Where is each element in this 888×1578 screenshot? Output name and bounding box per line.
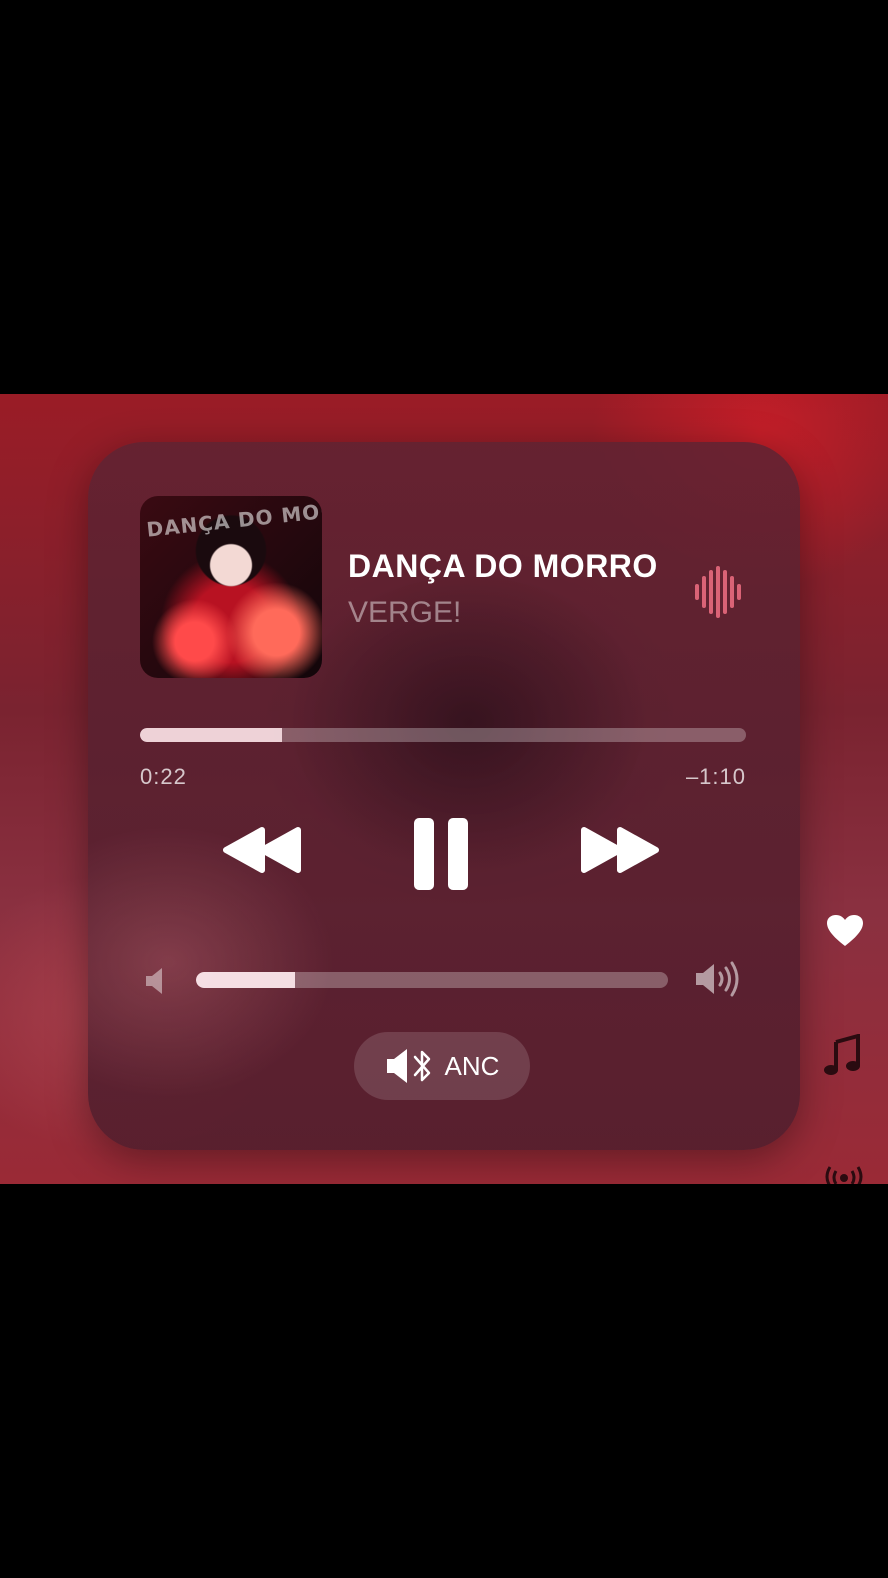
playback-progress-fill <box>140 728 282 742</box>
music-note-icon[interactable] <box>824 1034 862 1076</box>
speaker-low-icon <box>146 968 162 994</box>
volume-level-fill <box>196 972 296 988</box>
heart-icon[interactable] <box>826 914 864 948</box>
elapsed-time: 0:22 <box>140 764 187 789</box>
remaining-time: –1:10 <box>685 764 746 789</box>
bluetooth-speaker-icon <box>386 1049 430 1083</box>
track-title: DANÇA DO MORRO <box>348 548 658 584</box>
fast-forward-icon[interactable] <box>578 826 660 874</box>
broadcast-icon[interactable] <box>824 1164 864 1184</box>
waveform-icon <box>695 566 741 618</box>
speaker-high-icon <box>696 961 739 997</box>
audio-output-button[interactable]: ANC <box>354 1032 530 1100</box>
pause-icon[interactable] <box>412 816 470 892</box>
blurred-background: DANÇA DO MORRO DANÇA DO MORRO VERGE! 0:2… <box>0 394 888 1184</box>
playback-scrubber[interactable] <box>140 728 746 742</box>
track-artist[interactable]: VERGE! <box>348 596 461 630</box>
anc-label: ANC <box>444 1050 500 1081</box>
artwork-lettering: DANÇA DO MORRO <box>145 496 322 542</box>
album-artwork[interactable]: DANÇA DO MORRO <box>140 496 322 678</box>
rewind-icon[interactable] <box>222 826 304 874</box>
now-playing-card: DANÇA DO MORRO DANÇA DO MORRO VERGE! 0:2… <box>88 442 800 1150</box>
volume-slider[interactable] <box>196 972 668 988</box>
